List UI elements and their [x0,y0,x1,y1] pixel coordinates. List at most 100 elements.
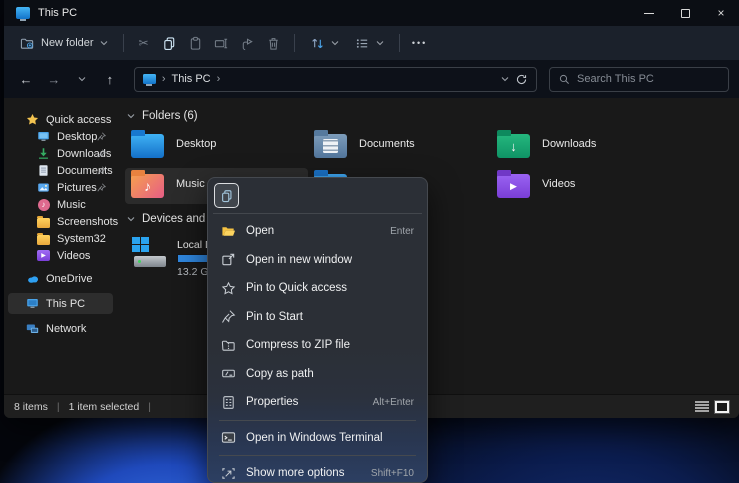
menu-item-show-more-options[interactable]: Show more options Shift+F10 [213,459,422,483]
search-icon [559,74,570,85]
context-menu: Open Enter Open in new window Pin to Qui… [207,177,428,483]
pin-icon [97,132,106,141]
chevron-down-icon [331,39,339,47]
item-count: 8 items [14,401,48,413]
large-icons-view-button[interactable] [715,401,729,413]
menu-item-pin-to-quick-access[interactable]: Pin to Quick access [213,274,422,303]
forward-button[interactable]: → [42,67,66,91]
paste-button[interactable] [183,31,209,55]
folder-icon [37,232,50,245]
folder-open-icon [221,224,236,239]
copy-path-icon [221,366,236,381]
sidebar-item-videos[interactable]: ▶ Videos [8,247,113,264]
back-button[interactable]: ← [14,67,38,91]
folder-tile-videos[interactable]: ▶ Videos [491,168,674,204]
details-view-button[interactable] [695,401,709,413]
menu-item-compress-to-zip[interactable]: Compress to ZIP file [213,331,422,360]
new-folder-button[interactable]: New folder [12,31,116,56]
documents-folder-icon [314,134,347,158]
menu-item-copy-as-path[interactable]: Copy as path [213,360,422,389]
video-icon: ▶ [37,249,50,262]
breadcrumb-chevron-icon: › [217,73,221,85]
videos-folder-icon: ▶ [497,174,530,198]
star-icon [26,113,39,126]
sidebar-item-screenshots[interactable]: Screenshots [8,213,113,230]
sidebar-item-pictures[interactable]: Pictures [8,179,113,196]
sidebar-item-quick-access[interactable]: Quick access [8,111,113,128]
download-icon [37,147,50,160]
new-window-icon [221,252,236,267]
cut-button[interactable]: ✂ [131,31,157,55]
breadcrumb[interactable]: This PC [171,73,210,85]
sidebar-item-documents[interactable]: Documents [8,162,113,179]
sort-button[interactable] [302,31,347,56]
up-icon: ↑ [107,72,114,87]
folder-tile-downloads[interactable]: ↓ Downloads [491,128,674,164]
sidebar-item-system32[interactable]: System32 [8,230,113,247]
minimize-button[interactable] [631,0,667,26]
address-row: ← → ↑ › This PC › [4,60,739,98]
pin-icon [97,183,106,192]
network-icon [26,322,39,335]
sidebar-item-onedrive[interactable]: OneDrive [8,268,113,289]
search-box[interactable] [549,67,729,92]
view-button[interactable] [347,31,392,56]
maximize-icon [681,9,690,18]
paste-icon [188,36,203,51]
share-icon [240,36,255,51]
toolbar-divider [123,34,124,52]
maximize-button[interactable] [667,0,703,26]
toolbar-divider [294,34,295,52]
close-icon: × [717,6,724,20]
desktop-icon [37,130,50,143]
properties-icon [221,395,236,410]
sidebar-item-music[interactable]: ♪ Music [8,196,113,213]
copy-button[interactable] [214,183,239,208]
back-icon: ← [19,72,32,87]
new-folder-icon [20,36,35,51]
context-menu-quick-actions [213,183,422,214]
delete-button[interactable] [261,31,287,55]
rename-button[interactable] [209,31,235,55]
folders-section-header[interactable]: Folders (6) [125,108,739,124]
search-input[interactable] [577,73,719,85]
document-icon [37,164,50,177]
chevron-down-icon [78,75,86,83]
sidebar-item-this-pc[interactable]: This PC [8,293,113,314]
refresh-icon[interactable] [515,73,528,86]
menu-item-pin-to-start[interactable]: Pin to Start [213,303,422,332]
share-button[interactable] [235,31,261,55]
chevron-down-icon [100,39,108,47]
minimize-icon [644,13,654,14]
menu-item-open-in-new-window[interactable]: Open in new window [213,246,422,275]
zip-folder-icon [221,338,236,353]
folder-tile-desktop[interactable]: Desktop [125,128,308,164]
view-options-icon [355,36,370,51]
address-bar[interactable]: › This PC › [134,67,537,92]
copy-icon [220,189,234,203]
menu-item-properties[interactable]: Properties Alt+Enter [213,388,422,417]
titlebar[interactable]: This PC × [4,0,739,26]
sidebar-item-network[interactable]: Network [8,318,113,339]
menu-divider [219,455,416,456]
close-button[interactable]: × [703,0,739,26]
computer-icon [26,297,39,310]
pushpin-icon [221,309,236,324]
collapse-chevron-icon [127,112,135,120]
sidebar-item-downloads[interactable]: Downloads [8,145,113,162]
command-bar: New folder ✂ ••• [4,26,739,60]
breadcrumb-chevron-icon: › [162,73,166,85]
toolbar-divider [399,34,400,52]
new-folder-label: New folder [41,37,94,49]
up-button[interactable]: ↑ [98,67,122,91]
recent-locations-button[interactable] [70,67,94,91]
copy-button[interactable] [157,31,183,55]
sidebar-item-desktop[interactable]: Desktop [8,128,113,145]
menu-item-open-in-windows-terminal[interactable]: Open in Windows Terminal [213,424,422,453]
menu-item-open[interactable]: Open Enter [213,217,422,246]
see-more-button[interactable]: ••• [407,31,433,55]
folder-tile-documents[interactable]: Documents [308,128,491,164]
music-folder-icon: ♪ [131,174,164,198]
pin-icon [97,166,106,175]
address-dropdown-icon[interactable] [501,75,509,83]
